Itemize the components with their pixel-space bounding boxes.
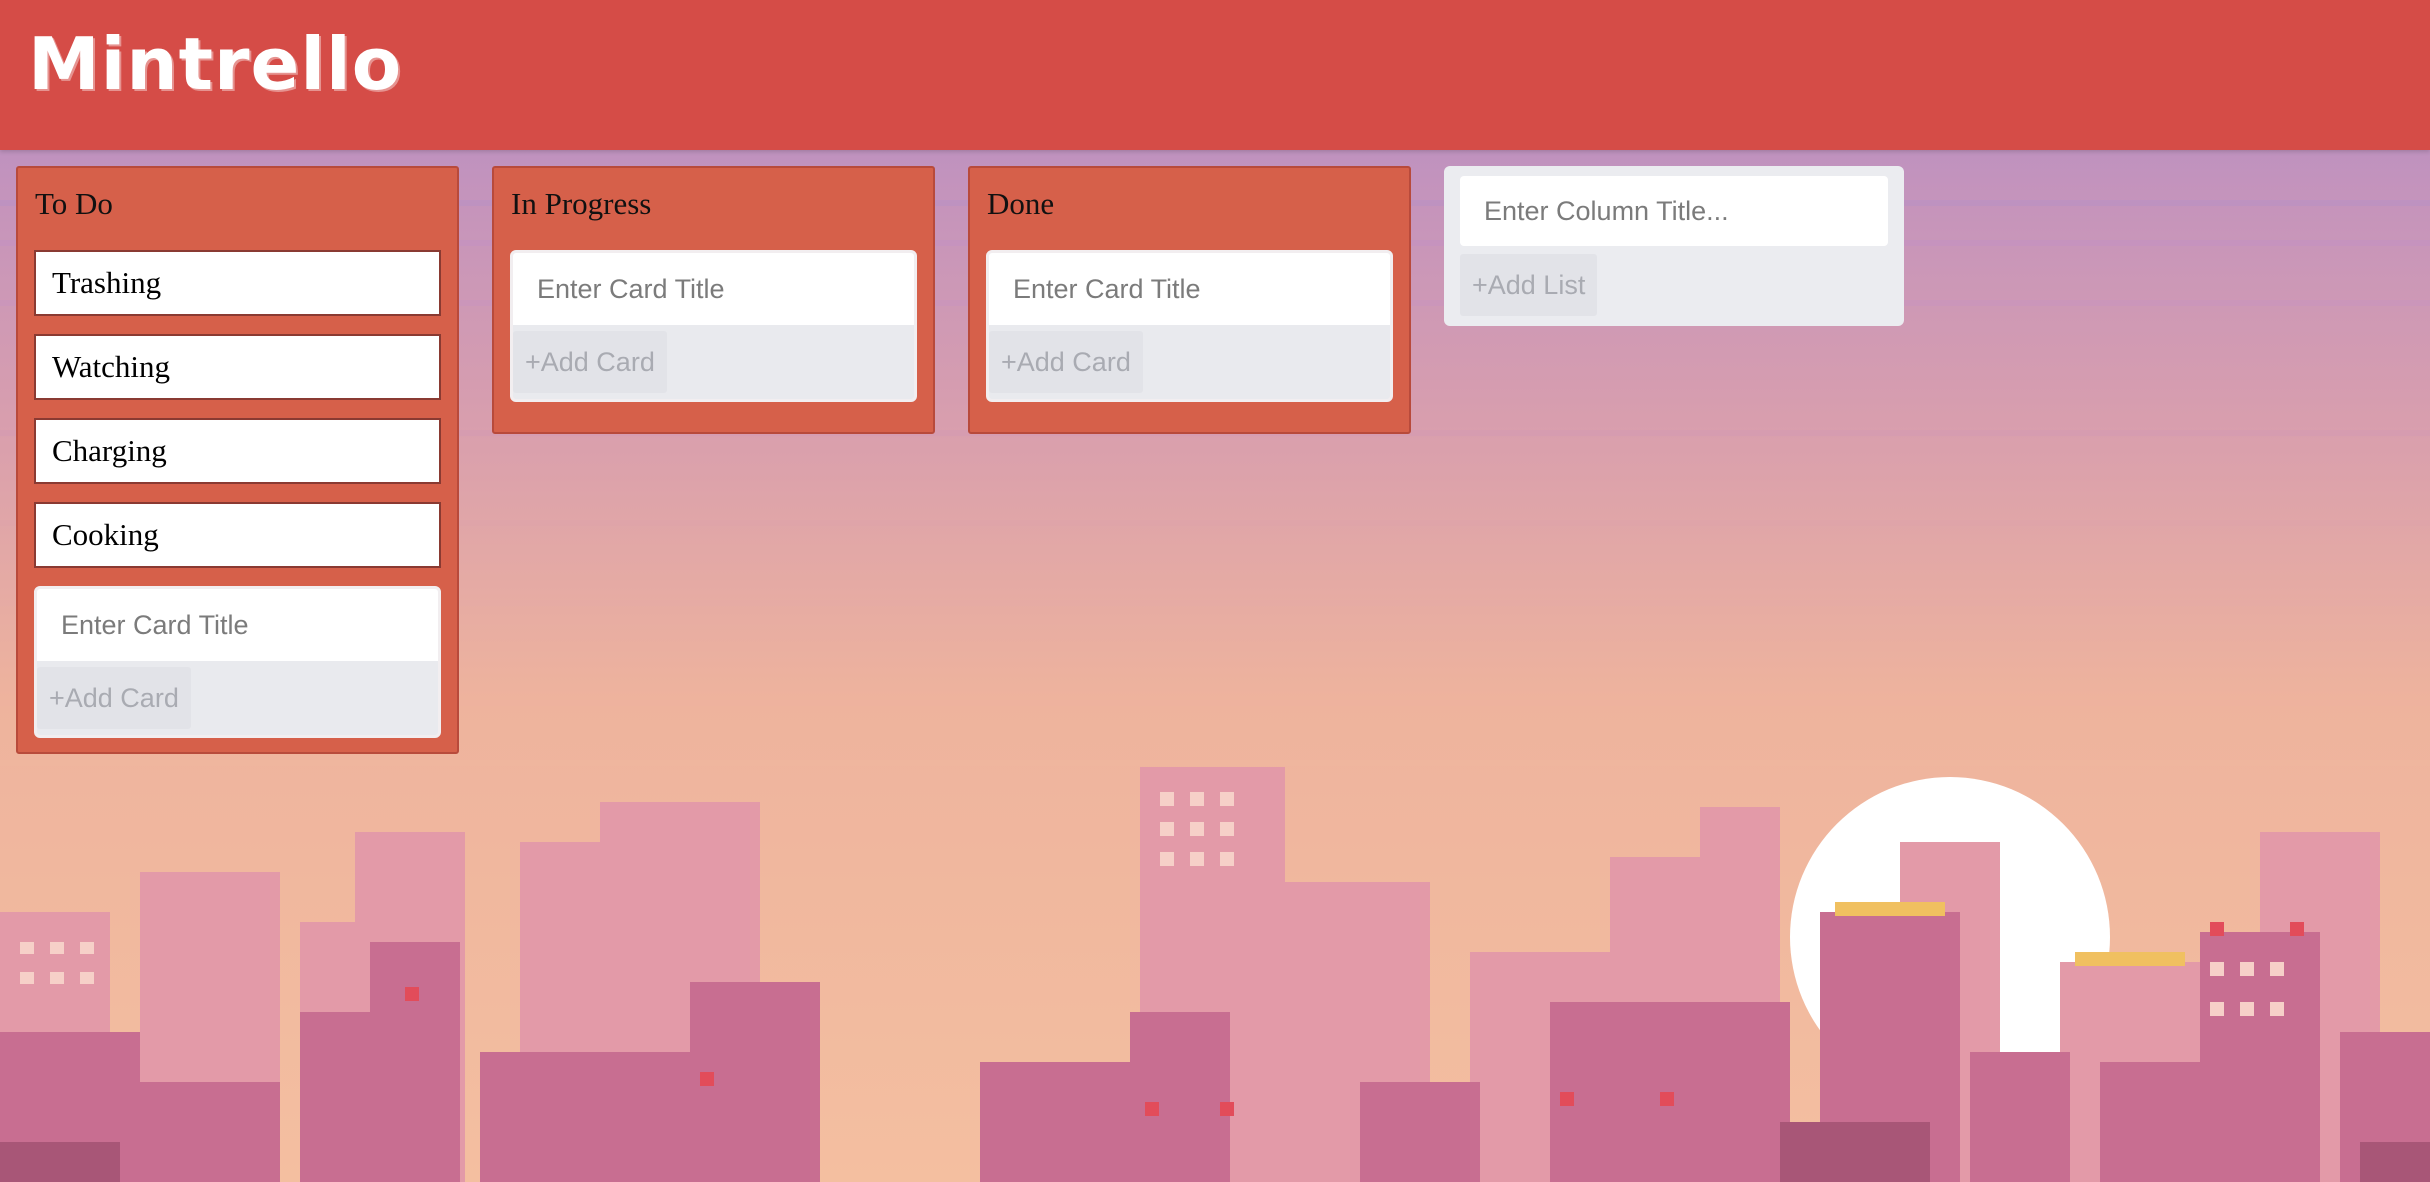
card-composer: +Add Card (34, 586, 441, 738)
card-composer: +Add Card (986, 250, 1393, 402)
add-card-button[interactable]: +Add Card (513, 331, 667, 393)
card-title-input[interactable] (989, 253, 1390, 325)
city-skyline-illustration (0, 767, 2430, 1182)
list-column-to-do: To Do Trashing Watching Charging Cooking… (16, 166, 459, 754)
add-list-panel: +Add List (1444, 166, 1904, 326)
column-title[interactable]: Done (987, 186, 1054, 222)
add-card-button[interactable]: +Add Card (37, 667, 191, 729)
card-composer: +Add Card (510, 250, 917, 402)
add-list-button[interactable]: +Add List (1460, 254, 1598, 316)
list-column-in-progress: In Progress +Add Card (492, 166, 935, 434)
column-title[interactable]: In Progress (511, 186, 651, 222)
list-column-done: Done +Add Card (968, 166, 1411, 434)
top-header: Mintrello (0, 0, 2430, 150)
card-title-input[interactable] (513, 253, 914, 325)
column-title-input[interactable] (1460, 176, 1888, 246)
add-card-button[interactable]: +Add Card (989, 331, 1143, 393)
card-item[interactable]: Watching (34, 334, 441, 400)
card-item[interactable]: Trashing (34, 250, 441, 316)
card-title-input[interactable] (37, 589, 438, 661)
column-title[interactable]: To Do (35, 186, 113, 222)
card-item[interactable]: Cooking (34, 502, 441, 568)
card-item[interactable]: Charging (34, 418, 441, 484)
app-logo: Mintrello (28, 22, 403, 106)
